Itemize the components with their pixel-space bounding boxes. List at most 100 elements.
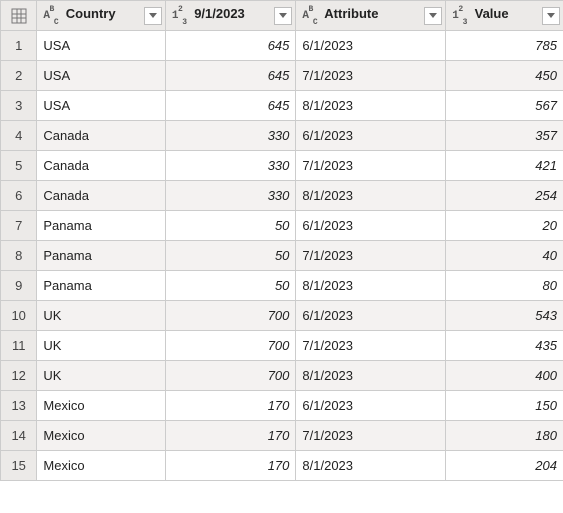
cell-value[interactable]: 357 (446, 121, 563, 151)
row-number[interactable]: 5 (1, 151, 37, 181)
cell-country[interactable]: USA (37, 31, 165, 61)
cell-sep[interactable]: 50 (165, 271, 296, 301)
row-number[interactable]: 3 (1, 91, 37, 121)
cell-attr[interactable]: 8/1/2023 (296, 451, 446, 481)
cell-value[interactable]: 543 (446, 301, 563, 331)
cell-sep[interactable]: 645 (165, 91, 296, 121)
row-number[interactable]: 15 (1, 451, 37, 481)
cell-country[interactable]: USA (37, 91, 165, 121)
row-number[interactable]: 4 (1, 121, 37, 151)
table-row[interactable]: 9Panama508/1/202380 (1, 271, 563, 301)
table-row[interactable]: 8Panama507/1/202340 (1, 241, 563, 271)
cell-value[interactable]: 40 (446, 241, 563, 271)
cell-sep[interactable]: 170 (165, 451, 296, 481)
cell-country[interactable]: Panama (37, 241, 165, 271)
cell-country[interactable]: Mexico (37, 451, 165, 481)
table-row[interactable]: 4Canada3306/1/2023357 (1, 121, 563, 151)
cell-country[interactable]: Panama (37, 211, 165, 241)
cell-attr[interactable]: 6/1/2023 (296, 301, 446, 331)
cell-value[interactable]: 254 (446, 181, 563, 211)
cell-country[interactable]: Canada (37, 121, 165, 151)
cell-sep[interactable]: 170 (165, 391, 296, 421)
table-row[interactable]: 7Panama506/1/202320 (1, 211, 563, 241)
column-header-value[interactable]: 123 Value (446, 1, 563, 31)
column-header-attribute[interactable]: ABC Attribute (296, 1, 446, 31)
table-row[interactable]: 2USA6457/1/2023450 (1, 61, 563, 91)
table-row[interactable]: 12UK7008/1/2023400 (1, 361, 563, 391)
row-number[interactable]: 2 (1, 61, 37, 91)
table-row[interactable]: 3USA6458/1/2023567 (1, 91, 563, 121)
filter-dropdown-attribute[interactable] (424, 7, 442, 25)
table-row[interactable]: 6Canada3308/1/2023254 (1, 181, 563, 211)
row-number[interactable]: 6 (1, 181, 37, 211)
cell-value[interactable]: 20 (446, 211, 563, 241)
table-row[interactable]: 14Mexico1707/1/2023180 (1, 421, 563, 451)
cell-value[interactable]: 435 (446, 331, 563, 361)
cell-value[interactable]: 80 (446, 271, 563, 301)
cell-sep[interactable]: 330 (165, 151, 296, 181)
row-number[interactable]: 13 (1, 391, 37, 421)
cell-value[interactable]: 785 (446, 31, 563, 61)
table-row[interactable]: 10UK7006/1/2023543 (1, 301, 563, 331)
text-type-icon: ABC (302, 10, 317, 22)
row-number[interactable]: 14 (1, 421, 37, 451)
cell-attr[interactable]: 8/1/2023 (296, 181, 446, 211)
cell-country[interactable]: UK (37, 331, 165, 361)
column-header-country[interactable]: ABC Country (37, 1, 165, 31)
cell-attr[interactable]: 7/1/2023 (296, 61, 446, 91)
cell-country[interactable]: Canada (37, 151, 165, 181)
table-row[interactable]: 5Canada3307/1/2023421 (1, 151, 563, 181)
cell-country[interactable]: Mexico (37, 421, 165, 451)
cell-attr[interactable]: 7/1/2023 (296, 331, 446, 361)
row-number[interactable]: 7 (1, 211, 37, 241)
table-row[interactable]: 15Mexico1708/1/2023204 (1, 451, 563, 481)
cell-attr[interactable]: 8/1/2023 (296, 361, 446, 391)
cell-sep[interactable]: 50 (165, 211, 296, 241)
cell-country[interactable]: USA (37, 61, 165, 91)
row-number[interactable]: 11 (1, 331, 37, 361)
cell-country[interactable]: UK (37, 301, 165, 331)
cell-sep[interactable]: 170 (165, 421, 296, 451)
cell-attr[interactable]: 8/1/2023 (296, 271, 446, 301)
row-number[interactable]: 9 (1, 271, 37, 301)
row-number[interactable]: 1 (1, 31, 37, 61)
table-row[interactable]: 1USA6456/1/2023785 (1, 31, 563, 61)
cell-attr[interactable]: 8/1/2023 (296, 91, 446, 121)
cell-sep[interactable]: 50 (165, 241, 296, 271)
cell-sep[interactable]: 645 (165, 31, 296, 61)
cell-attr[interactable]: 6/1/2023 (296, 211, 446, 241)
cell-value[interactable]: 400 (446, 361, 563, 391)
table-row[interactable]: 11UK7007/1/2023435 (1, 331, 563, 361)
cell-sep[interactable]: 645 (165, 61, 296, 91)
row-number[interactable]: 8 (1, 241, 37, 271)
cell-sep[interactable]: 700 (165, 331, 296, 361)
row-number[interactable]: 12 (1, 361, 37, 391)
cell-country[interactable]: UK (37, 361, 165, 391)
cell-sep[interactable]: 700 (165, 301, 296, 331)
cell-value[interactable]: 450 (446, 61, 563, 91)
cell-country[interactable]: Panama (37, 271, 165, 301)
filter-dropdown-value[interactable] (542, 7, 560, 25)
column-header-sep[interactable]: 123 9/1/2023 (165, 1, 296, 31)
cell-value[interactable]: 204 (446, 451, 563, 481)
cell-country[interactable]: Mexico (37, 391, 165, 421)
filter-dropdown-country[interactable] (144, 7, 162, 25)
table-row[interactable]: 13Mexico1706/1/2023150 (1, 391, 563, 421)
cell-attr[interactable]: 6/1/2023 (296, 31, 446, 61)
cell-attr[interactable]: 7/1/2023 (296, 151, 446, 181)
cell-value[interactable]: 421 (446, 151, 563, 181)
filter-dropdown-sep[interactable] (274, 7, 292, 25)
cell-attr[interactable]: 7/1/2023 (296, 241, 446, 271)
cell-sep[interactable]: 330 (165, 121, 296, 151)
cell-attr[interactable]: 6/1/2023 (296, 121, 446, 151)
row-number[interactable]: 10 (1, 301, 37, 331)
cell-value[interactable]: 180 (446, 421, 563, 451)
cell-value[interactable]: 567 (446, 91, 563, 121)
cell-value[interactable]: 150 (446, 391, 563, 421)
cell-country[interactable]: Canada (37, 181, 165, 211)
select-all-corner[interactable] (1, 1, 37, 31)
cell-attr[interactable]: 7/1/2023 (296, 421, 446, 451)
cell-sep[interactable]: 700 (165, 361, 296, 391)
cell-sep[interactable]: 330 (165, 181, 296, 211)
cell-attr[interactable]: 6/1/2023 (296, 391, 446, 421)
